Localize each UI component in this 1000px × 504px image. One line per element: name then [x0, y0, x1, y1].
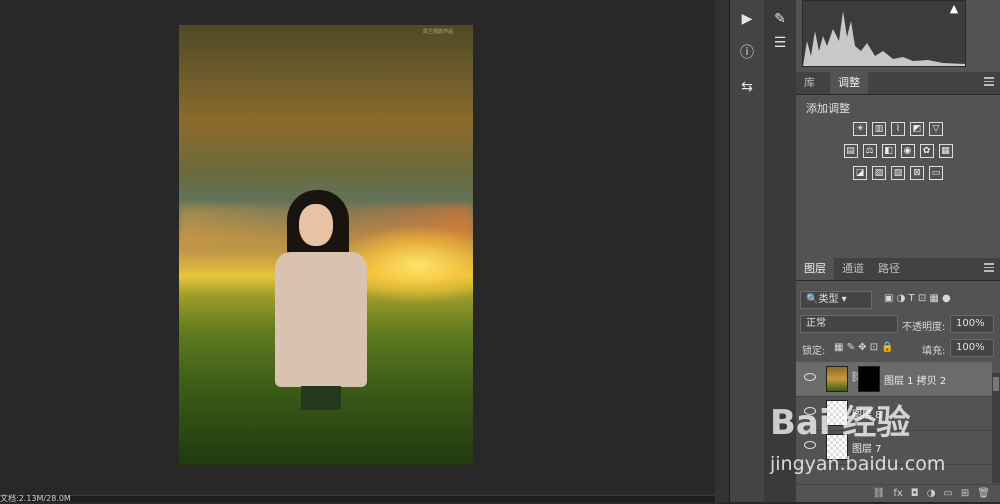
blend-mode-label: 正常	[806, 318, 826, 329]
baidu-watermark: Bai 经验 jingyan.baidu.com	[770, 395, 1000, 485]
status-bar: 文档:2.13M/28.0M	[0, 494, 715, 503]
child-face	[299, 204, 333, 246]
layers-footer: ⛓ fx ◘ ◑ ▭ ⊞ 🗑	[796, 484, 1000, 502]
link-icon[interactable]: ⛓	[873, 488, 886, 499]
properties-icon[interactable]: ☰	[767, 30, 793, 56]
new-layer-icon[interactable]: ⊞	[961, 488, 969, 499]
tab-channels[interactable]: 通道	[834, 258, 872, 280]
layers-menu-icon[interactable]	[984, 263, 994, 272]
adjustment-icon[interactable]: ◑	[927, 488, 936, 499]
child-legs	[301, 386, 341, 410]
layers-tabbar: 图层 通道 路径	[796, 258, 1000, 281]
color-lookup-icon[interactable]: ▦	[938, 144, 953, 158]
layer-thumbnail	[826, 366, 848, 392]
mask-icon[interactable]: ◘	[911, 488, 919, 499]
fx-icon[interactable]: fx	[893, 488, 902, 499]
document-image[interactable]: 凯兰摄影作品	[179, 25, 473, 465]
histogram-chart	[803, 11, 965, 66]
filter-kind-label: 类型	[818, 294, 839, 305]
channel-mixer-icon[interactable]: ✿	[919, 144, 934, 158]
tab-library[interactable]: 库	[796, 72, 823, 94]
folder-icon[interactable]: ▭	[943, 488, 952, 499]
bw-icon[interactable]: ◧	[881, 144, 896, 158]
exposure-icon[interactable]: ◩	[910, 122, 924, 136]
opacity-input[interactable]: 100%	[950, 315, 994, 333]
filter-kind-select[interactable]: 🔍类型 ▾	[800, 291, 872, 309]
doc-size-text: 文档:2.13M/28.0M	[0, 494, 71, 503]
layer-name[interactable]: 图层 1 拷贝 2	[884, 372, 946, 387]
adjustments-tabbar: 库 调整	[796, 72, 1000, 95]
tab-layers[interactable]: 图层	[796, 258, 834, 280]
baidu-url: jingyan.baidu.com	[770, 453, 946, 475]
selective-color-icon[interactable]: ⊠	[910, 166, 924, 180]
layer-row-selected[interactable]: ⛓ 图层 1 拷贝 2	[796, 362, 992, 397]
adjustment-row-2: ▤ ⚖ ◧ ◉ ✿ ▦	[796, 144, 1000, 158]
lock-icons[interactable]: ▦ ✎ ✥ ⊡ 🔒	[834, 342, 894, 353]
warning-icon[interactable]: ▲	[948, 3, 960, 15]
opacity-label: 不透明度:	[902, 322, 946, 333]
play-icon[interactable]: ▶	[734, 6, 760, 32]
gradient-map-icon[interactable]: ▭	[929, 166, 943, 180]
layer-mask-thumbnail[interactable]	[858, 366, 880, 392]
lock-label: 锁定:	[802, 346, 826, 357]
info-icon[interactable]: ⓘ	[734, 40, 760, 66]
adjustment-row-1: ☀ ▥ ⌇ ◩ ▽	[796, 122, 1000, 136]
brightness-icon[interactable]: ☀	[853, 122, 867, 136]
fill-label: 填充:	[922, 346, 946, 357]
histogram-panel: ▲	[796, 0, 1000, 70]
vibrance-icon[interactable]: ▽	[929, 122, 943, 136]
adjustment-row-3: ◪ ▨ ▧ ⊠ ▭	[796, 166, 1000, 180]
child-dress	[275, 252, 367, 387]
tab-paths[interactable]: 路径	[870, 258, 908, 280]
panel-gutter	[715, 0, 729, 502]
scroll-thumb[interactable]	[993, 377, 999, 391]
visibility-eye-icon[interactable]	[804, 373, 816, 381]
collapsed-panel-column: ▶ ⓘ ⇆	[729, 0, 766, 502]
posterize-icon[interactable]: ▨	[872, 166, 886, 180]
filter-icons[interactable]: ▣ ◑ T ⊡ ▦ ●	[884, 293, 951, 304]
levels-icon[interactable]: ▥	[872, 122, 886, 136]
history-icon[interactable]: ⇆	[734, 74, 760, 100]
color-balance-icon[interactable]: ⚖	[862, 144, 877, 158]
invert-icon[interactable]: ◪	[853, 166, 867, 180]
histogram-graph	[802, 0, 966, 67]
trash-icon[interactable]: 🗑	[977, 488, 990, 499]
threshold-icon[interactable]: ▧	[891, 166, 905, 180]
curves-icon[interactable]: ⌇	[891, 122, 905, 136]
baidu-brand: Bai 经验	[770, 403, 911, 443]
tab-adjustments[interactable]: 调整	[830, 72, 868, 94]
brush-icon[interactable]: ✎	[767, 6, 793, 32]
add-adjustment-title: 添加调整	[806, 102, 850, 115]
canvas-area[interactable]: 凯兰摄影作品 文档:2.13M/28.0M	[0, 0, 715, 503]
panel-menu-icon[interactable]	[984, 77, 994, 86]
photo-watermark: 凯兰摄影作品	[422, 29, 453, 35]
blend-mode-select[interactable]: 正常	[800, 315, 898, 333]
child-figure	[269, 190, 379, 415]
hsl-icon[interactable]: ▤	[843, 144, 858, 158]
photo-filter-icon[interactable]: ◉	[900, 144, 915, 158]
fill-input[interactable]: 100%	[950, 339, 994, 357]
